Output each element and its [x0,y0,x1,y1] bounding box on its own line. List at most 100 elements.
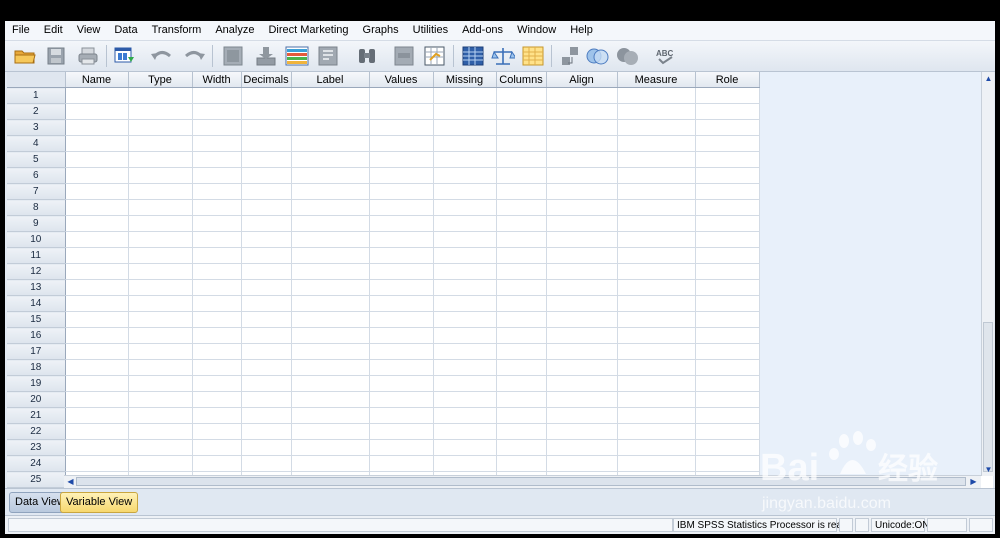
use-sets-icon[interactable] [585,44,611,68]
grid-cell[interactable] [291,311,370,328]
grid-cell[interactable] [546,359,618,376]
grid-cell[interactable] [695,167,760,184]
row-header[interactable]: 1 [7,87,66,104]
grid-cell[interactable] [695,87,760,104]
grid-cell[interactable] [369,423,434,440]
grid-cell[interactable] [291,343,370,360]
grid-cell[interactable] [617,455,696,472]
grid-cell[interactable] [192,135,242,152]
grid-cell[interactable] [369,359,434,376]
grid-cell[interactable] [65,167,129,184]
grid-cell[interactable] [291,455,370,472]
row-header[interactable]: 5 [7,151,66,168]
vertical-scrollbar[interactable]: ▲ ▼ [981,72,994,476]
grid-cell[interactable] [369,295,434,312]
grid-cell[interactable] [192,167,242,184]
grid-cell[interactable] [241,231,292,248]
grid-cell[interactable] [617,215,696,232]
column-header-name[interactable]: Name [65,72,129,88]
grid-cell[interactable] [128,119,193,136]
row-header[interactable]: 12 [7,263,66,280]
save-icon[interactable] [43,44,69,68]
grid-cell[interactable] [241,103,292,120]
grid-cell[interactable] [65,151,129,168]
grid-cell[interactable] [695,231,760,248]
scroll-down-icon[interactable]: ▼ [983,464,994,475]
menu-direct-marketing[interactable]: Direct Marketing [261,21,355,40]
grid-cell[interactable] [241,439,292,456]
grid-cell[interactable] [695,343,760,360]
grid-cell[interactable] [695,247,760,264]
grid-cell[interactable] [695,295,760,312]
grid-cell[interactable] [695,375,760,392]
horizontal-scroll-thumb[interactable] [76,477,966,486]
row-header[interactable]: 11 [7,247,66,264]
grid-cell[interactable] [128,231,193,248]
show-all-variables-icon[interactable] [615,44,641,68]
spell-check-icon[interactable]: ABC [653,44,679,68]
grid-cell[interactable] [65,327,129,344]
row-header[interactable]: 25 [7,471,66,488]
grid-cell[interactable] [617,231,696,248]
row-header[interactable]: 24 [7,455,66,472]
menu-data[interactable]: Data [107,21,144,40]
grid-cell[interactable] [128,183,193,200]
grid-cell[interactable] [65,391,129,408]
grid-cell[interactable] [433,167,497,184]
grid-cell[interactable] [241,455,292,472]
grid-cell[interactable] [617,279,696,296]
vertical-scroll-thumb[interactable] [983,322,993,472]
row-header[interactable]: 20 [7,391,66,408]
grid-cell[interactable] [291,391,370,408]
grid-cell[interactable] [369,439,434,456]
grid-cell[interactable] [192,439,242,456]
row-header[interactable]: 8 [7,199,66,216]
grid-cell[interactable] [433,215,497,232]
column-header-align[interactable]: Align [546,72,618,88]
grid-cell[interactable] [546,343,618,360]
grid-cell[interactable] [695,423,760,440]
grid-cell[interactable] [291,135,370,152]
split-file-icon[interactable] [460,44,486,68]
grid-cell[interactable] [617,327,696,344]
grid-cell[interactable] [617,135,696,152]
grid-cell[interactable] [546,87,618,104]
grid-cell[interactable] [241,391,292,408]
grid-cell[interactable] [433,199,497,216]
grid-cell[interactable] [695,407,760,424]
menu-graphs[interactable]: Graphs [356,21,406,40]
grid-cell[interactable] [496,423,547,440]
grid-cell[interactable] [128,439,193,456]
grid-cell[interactable] [192,103,242,120]
grid-cell[interactable] [369,375,434,392]
recall-dialog-icon[interactable] [112,44,138,68]
grid-cell[interactable] [433,151,497,168]
grid-cell[interactable] [433,135,497,152]
row-header[interactable]: 16 [7,327,66,344]
goto-variable-icon[interactable] [253,44,279,68]
row-header[interactable]: 17 [7,343,66,360]
grid-cell[interactable] [695,183,760,200]
grid-cell[interactable] [65,295,129,312]
grid-cell[interactable] [369,407,434,424]
horizontal-scrollbar[interactable]: ◀ ▶ [64,475,981,488]
grid-cell[interactable] [241,359,292,376]
select-cases-icon[interactable] [520,44,546,68]
grid-cell[interactable] [695,119,760,136]
grid-cell[interactable] [433,295,497,312]
grid-cell[interactable] [496,343,547,360]
grid-cell[interactable] [546,183,618,200]
grid-cell[interactable] [433,455,497,472]
insert-cases-icon[interactable] [391,44,417,68]
row-header[interactable]: 15 [7,311,66,328]
grid-cell[interactable] [65,231,129,248]
grid-cell[interactable] [617,167,696,184]
menu-help[interactable]: Help [563,21,600,40]
grid-cell[interactable] [65,103,129,120]
grid-cell[interactable] [695,359,760,376]
grid-cell[interactable] [369,311,434,328]
grid-cell[interactable] [433,327,497,344]
grid-cell[interactable] [433,423,497,440]
grid-cell[interactable] [546,423,618,440]
grid-cell[interactable] [241,423,292,440]
